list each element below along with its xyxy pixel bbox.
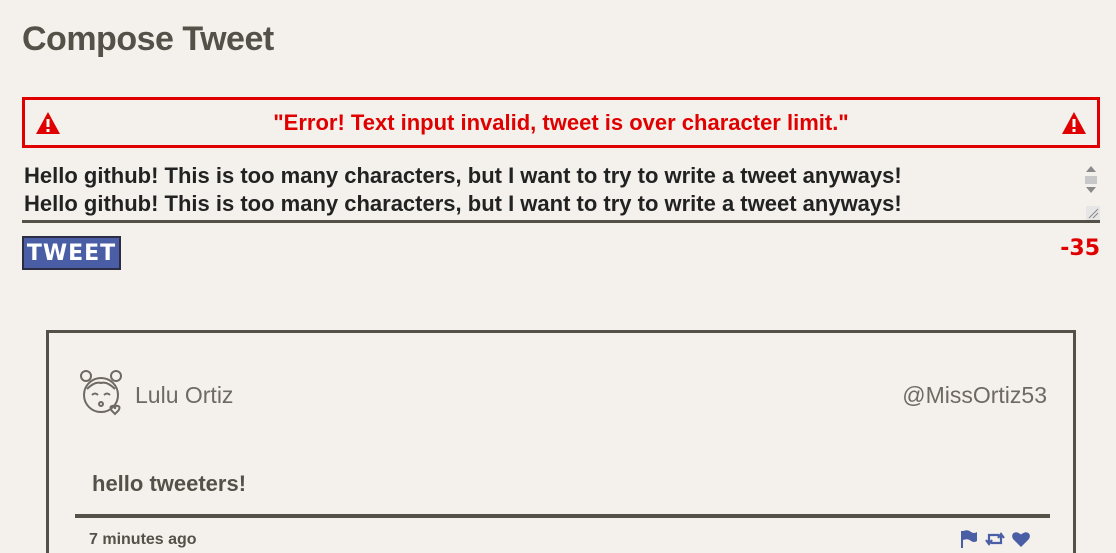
flag-icon[interactable] [959,529,979,549]
tweet-author-name: Lulu Ortiz [135,382,234,408]
page-title: Compose Tweet [22,20,274,58]
tweet-button[interactable]: TWEET [22,236,121,270]
scroll-up-arrow-icon[interactable] [1086,166,1096,172]
avatar-icon [80,370,122,416]
warning-icon [36,111,60,134]
compose-page: Compose Tweet "Error! Text input invalid… [0,0,1116,553]
character-counter: -35 [1060,236,1100,261]
scroll-thumb[interactable] [1085,176,1097,184]
error-message: "Error! Text input invalid, tweet is ove… [273,109,849,135]
error-banner: "Error! Text input invalid, tweet is ove… [22,97,1100,148]
retweet-icon[interactable] [985,529,1005,549]
tweet-actions [959,529,1031,549]
tweet-input[interactable]: Hello github! This is too many character… [22,160,1082,220]
tweet-content: hello tweeters! [92,471,247,496]
tweet-textarea[interactable]: Hello github! This is too many character… [22,160,1100,223]
tweet-author-handle: @MissOrtiz53 [902,382,1047,408]
divider [75,514,1050,518]
warning-icon [1062,111,1086,134]
scroll-down-arrow-icon[interactable] [1086,187,1096,193]
resize-handle-icon[interactable] [1086,206,1100,220]
tweet-timestamp: 7 minutes ago [89,531,197,548]
heart-icon[interactable] [1011,529,1031,549]
tweet-card: Lulu Ortiz @MissOrtiz53 hello tweeters! … [46,330,1076,553]
